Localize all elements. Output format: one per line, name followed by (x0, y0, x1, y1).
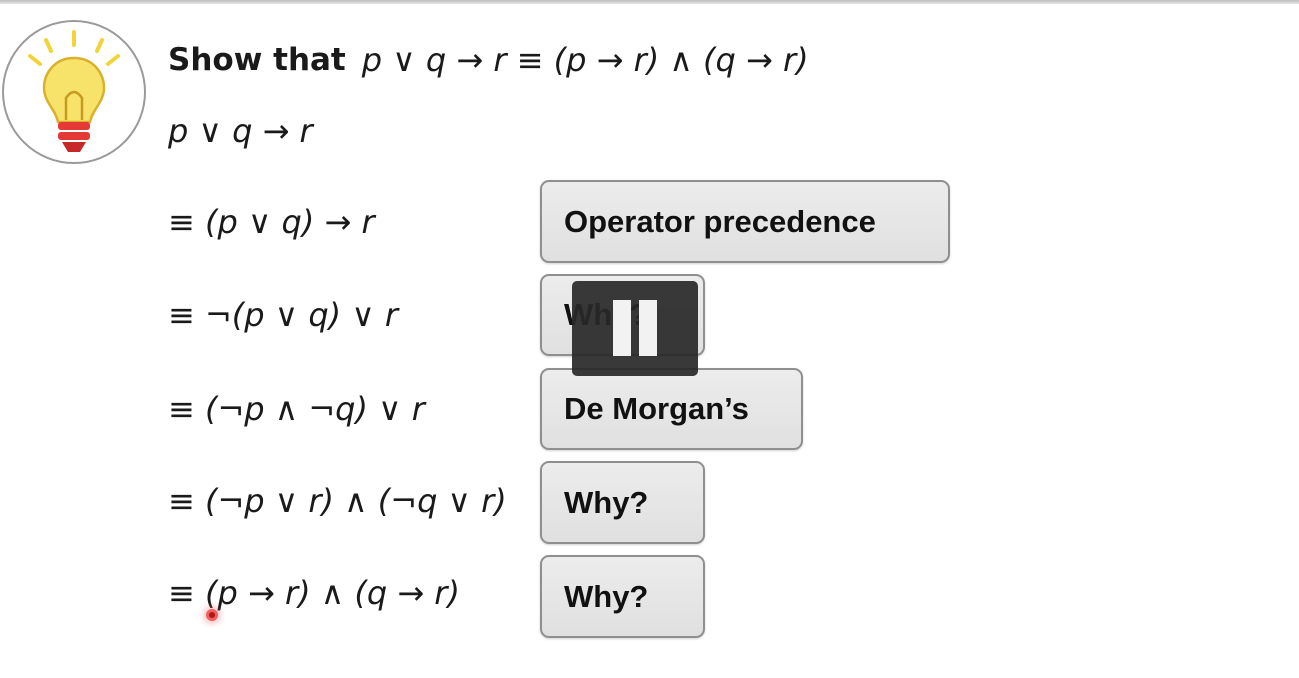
step-row-4: ≡ (¬p ∨ r) ∧ (¬q ∨ r) (168, 479, 507, 523)
step-4-expression: ≡ (¬p ∨ r) ∧ (¬q ∨ r) (168, 482, 507, 520)
lightbulb-badge (2, 20, 146, 164)
reason-button-why-3[interactable]: Why? (540, 555, 705, 638)
reason-button-why-2[interactable]: Why? (540, 461, 705, 544)
step-row-3: ≡ (¬p ∧ ¬q) ∨ r (168, 387, 425, 431)
step-row-2: ≡ ¬(p ∨ q) ∨ r (168, 293, 398, 337)
reason-button-operator-precedence[interactable]: Operator precedence (540, 180, 950, 263)
start-expression-row: p ∨ q → r (168, 109, 313, 153)
pause-icon-bar-left (613, 300, 631, 356)
problem-label: Show that (168, 42, 346, 78)
step-2-expression: ≡ ¬(p ∨ q) ∨ r (168, 296, 399, 334)
pause-icon-bar-right (639, 300, 657, 356)
step-row-1: ≡ (p ∨ q) → r (168, 200, 375, 244)
start-expression: p ∨ q → r (168, 112, 313, 150)
cursor-dot (206, 609, 218, 621)
lightbulb-icon (28, 30, 120, 152)
step-3-expression: ≡ (¬p ∧ ¬q) ∨ r (168, 390, 425, 428)
reason-button-de-morgans[interactable]: De Morgan’s (540, 368, 803, 450)
problem-statement: Show that p ∨ q → r ≡ (p → r) ∧ (q → r) (168, 38, 809, 82)
step-5-expression: ≡ (p → r) ∧ (q → r) (168, 574, 460, 612)
step-1-expression: ≡ (p ∨ q) → r (168, 203, 375, 241)
problem-formula: p ∨ q → r ≡ (p → r) ∧ (q → r) (361, 41, 809, 79)
top-divider (0, 0, 1299, 4)
pause-button[interactable] (572, 281, 698, 376)
